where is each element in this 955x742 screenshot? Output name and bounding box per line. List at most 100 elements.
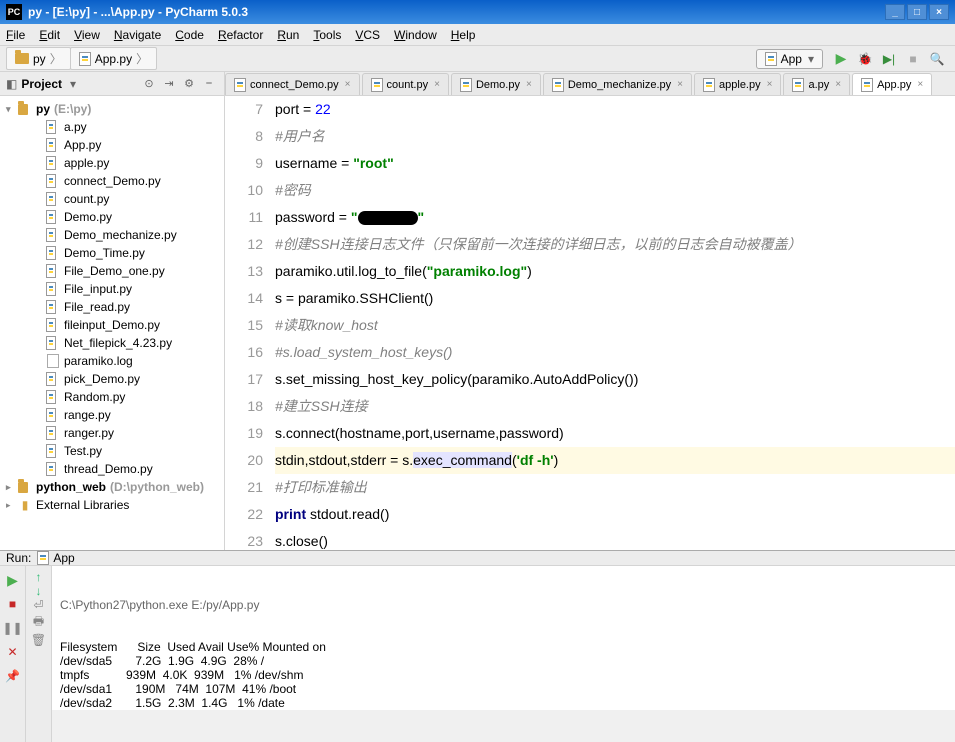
tree-file[interactable]: range.py	[0, 406, 224, 424]
up-stack-button[interactable]: ↑	[36, 570, 42, 584]
code-line[interactable]: s.set_missing_host_key_policy(paramiko.A…	[275, 366, 955, 393]
tree-file[interactable]: Net_filepick_4.23.py	[0, 334, 224, 352]
close-tab-icon[interactable]: ×	[917, 79, 923, 90]
code-line[interactable]: #打印标准输出	[275, 474, 955, 501]
close-tab-icon[interactable]: ×	[767, 79, 773, 90]
tree-file[interactable]: File_read.py	[0, 298, 224, 316]
close-tab-icon[interactable]: ×	[677, 79, 683, 90]
tree-file[interactable]: connect_Demo.py	[0, 172, 224, 190]
down-stack-button[interactable]: ↓	[36, 584, 42, 598]
tree-file[interactable]: Random.py	[0, 388, 224, 406]
tab-App-py[interactable]: App.py×	[852, 73, 932, 95]
tree-external-libraries[interactable]: ▸▮External Libraries	[0, 496, 224, 514]
code-line[interactable]: print stdout.read()	[275, 501, 955, 528]
breadcrumb-file[interactable]: App.py 〉	[70, 47, 157, 70]
code-lines[interactable]: port = 22#用户名username = "root"#密码passwor…	[275, 96, 955, 550]
tab-count-py[interactable]: count.py×	[362, 73, 449, 95]
tree-folder[interactable]: ▸python_web(D:\python_web)	[0, 478, 224, 496]
menu-refactor[interactable]: Refactor	[218, 28, 263, 42]
scroll-from-source-button[interactable]: ⊙	[140, 75, 158, 93]
menu-window[interactable]: Window	[394, 28, 437, 42]
close-tab-icon[interactable]: ×	[345, 79, 351, 90]
menu-navigate[interactable]: Navigate	[114, 28, 161, 42]
code-line[interactable]: s.connect(hostname,port,username,passwor…	[275, 420, 955, 447]
menu-run[interactable]: Run	[277, 28, 299, 42]
tab-a-py[interactable]: a.py×	[783, 73, 850, 95]
breadcrumb-root[interactable]: py 〉	[6, 47, 71, 70]
code-line[interactable]: paramiko.util.log_to_file("paramiko.log"…	[275, 258, 955, 285]
run-title[interactable]: App	[53, 551, 74, 565]
project-tree[interactable]: ▾py(E:\py)a.pyApp.pyapple.pyconnect_Demo…	[0, 96, 224, 550]
run-button[interactable]: ▶	[831, 49, 851, 69]
code-line[interactable]: #创建SSH连接日志文件（只保留前一次连接的详细日志，以前的日志会自动被覆盖）	[275, 231, 955, 258]
code-line[interactable]: #密码	[275, 177, 955, 204]
pin-button[interactable]: 📌	[3, 666, 23, 686]
tree-file[interactable]: File_Demo_one.py	[0, 262, 224, 280]
collapse-all-button[interactable]: ⇥	[160, 75, 178, 93]
menu-tools[interactable]: Tools	[313, 28, 341, 42]
code-line[interactable]: #s.load_system_host_keys()	[275, 339, 955, 366]
tree-root[interactable]: ▾py(E:\py)	[0, 100, 224, 118]
code-editor[interactable]: 7891011121314151617181920212223 port = 2…	[225, 96, 955, 550]
close-tab-icon[interactable]: ×	[434, 79, 440, 90]
code-line[interactable]: stdin,stdout,stderr = s.exec_command('df…	[275, 447, 955, 474]
clear-button[interactable]: 🗑	[31, 633, 46, 647]
search-button[interactable]: 🔍	[927, 49, 947, 69]
project-view-dropdown[interactable]: ▾	[70, 77, 76, 91]
run-coverage-button[interactable]: ▶|	[879, 49, 899, 69]
code-line[interactable]: s.close()	[275, 528, 955, 550]
code-line[interactable]: password = ""	[275, 204, 955, 231]
stop-run-button[interactable]: ■	[3, 594, 23, 614]
close-tab-icon[interactable]: ×	[526, 79, 532, 90]
tab-Demo-py[interactable]: Demo.py×	[451, 73, 541, 95]
tree-file[interactable]: apple.py	[0, 154, 224, 172]
code-line[interactable]: #建立SSH连接	[275, 393, 955, 420]
tree-file[interactable]: a.py	[0, 118, 224, 136]
tab-Demo_mechanize-py[interactable]: Demo_mechanize.py×	[543, 73, 692, 95]
tab-apple-py[interactable]: apple.py×	[694, 73, 781, 95]
console-output[interactable]: C:\Python27\python.exe E:/py/App.py File…	[52, 566, 955, 742]
tree-file[interactable]: Demo_mechanize.py	[0, 226, 224, 244]
menu-code[interactable]: Code	[175, 28, 204, 42]
close-tab-icon[interactable]: ×	[835, 79, 841, 90]
stop-button[interactable]: ■	[903, 49, 923, 69]
tree-file[interactable]: fileinput_Demo.py	[0, 316, 224, 334]
tree-file[interactable]: count.py	[0, 190, 224, 208]
rerun-button[interactable]: ▶	[3, 570, 23, 590]
debug-button[interactable]: 🐞	[855, 49, 875, 69]
code-line[interactable]: port = 22	[275, 96, 955, 123]
tree-file[interactable]: Demo_Time.py	[0, 244, 224, 262]
code-line[interactable]: #用户名	[275, 123, 955, 150]
code-line[interactable]: #读取know_host	[275, 312, 955, 339]
menu-view[interactable]: View	[74, 28, 100, 42]
python-file-icon	[765, 52, 777, 66]
soft-wrap-button[interactable]: ⏎	[33, 598, 43, 612]
code-line[interactable]: s = paramiko.SSHClient()	[275, 285, 955, 312]
tree-file[interactable]: thread_Demo.py	[0, 460, 224, 478]
pause-button[interactable]: ❚❚	[3, 618, 23, 638]
tree-file[interactable]: paramiko.log	[0, 352, 224, 370]
tab-connect_Demo-py[interactable]: connect_Demo.py×	[225, 73, 360, 95]
menu-vcs[interactable]: VCS	[355, 28, 380, 42]
tree-file[interactable]: App.py	[0, 136, 224, 154]
menu-help[interactable]: Help	[451, 28, 476, 42]
maximize-button[interactable]: □	[907, 4, 927, 20]
print-button[interactable]: 🖶	[33, 612, 44, 633]
tree-file[interactable]: ranger.py	[0, 424, 224, 442]
hide-button[interactable]: ⎯	[200, 75, 218, 93]
python-file-icon	[46, 462, 56, 476]
settings-button[interactable]: ⚙	[180, 75, 198, 93]
run-config-selector[interactable]: App ▾	[756, 49, 823, 69]
menu-file[interactable]: File	[6, 28, 25, 42]
tree-file[interactable]: Test.py	[0, 442, 224, 460]
tree-file[interactable]: pick_Demo.py	[0, 370, 224, 388]
minimize-button[interactable]: _	[885, 4, 905, 20]
close-button[interactable]: ×	[929, 4, 949, 20]
code-line[interactable]: username = "root"	[275, 150, 955, 177]
menu-edit[interactable]: Edit	[39, 28, 60, 42]
project-panel-title[interactable]: Project	[21, 77, 62, 91]
tree-file[interactable]: File_input.py	[0, 280, 224, 298]
close-run-button[interactable]: ✕	[3, 642, 23, 662]
python-file-icon	[46, 372, 56, 386]
tree-file[interactable]: Demo.py	[0, 208, 224, 226]
